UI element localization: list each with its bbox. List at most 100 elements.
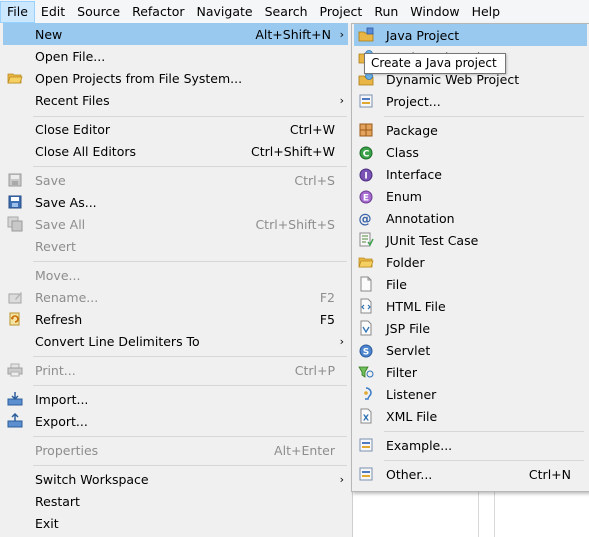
menu-item-shortcut: F5 bbox=[319, 311, 335, 327]
submenu-item-xml-file[interactable]: X XML File bbox=[354, 405, 587, 427]
menu-item-label: Export... bbox=[35, 413, 88, 429]
menu-item-rename[interactable]: Rename... F2 bbox=[3, 286, 348, 308]
menu-item-label: Recent Files bbox=[35, 92, 110, 108]
menu-item-label: Switch Workspace bbox=[35, 471, 149, 487]
menu-file[interactable]: File bbox=[0, 0, 35, 23]
separator bbox=[33, 356, 347, 357]
menu-item-save-as[interactable]: Save As... bbox=[3, 191, 348, 213]
menu-item-refresh[interactable]: Refresh F5 bbox=[3, 308, 348, 330]
submenu-item-annotation[interactable]: @ Annotation bbox=[354, 207, 587, 229]
rename-icon bbox=[8, 292, 22, 304]
menu-item-close-editor[interactable]: Close Editor Ctrl+W bbox=[3, 118, 348, 140]
menu-item-label: Restart bbox=[35, 493, 80, 509]
menu-item-move[interactable]: Move... bbox=[3, 264, 348, 286]
menu-item-recent-files[interactable]: Recent Files › bbox=[3, 89, 348, 111]
submenu-item-servlet[interactable]: S Servlet bbox=[354, 339, 587, 361]
submenu-item-jsp-file[interactable]: JSP File bbox=[354, 317, 587, 339]
svg-text:@: @ bbox=[359, 212, 372, 226]
menu-item-label: Refresh bbox=[35, 311, 83, 327]
save-all-icon bbox=[7, 216, 23, 232]
menu-item-label: Close All Editors bbox=[35, 143, 137, 159]
menu-item-import[interactable]: Import... bbox=[3, 388, 348, 410]
menu-refactor[interactable]: Refactor bbox=[126, 1, 190, 23]
servlet-icon: S bbox=[359, 344, 373, 358]
interface-icon: I bbox=[359, 168, 373, 182]
separator bbox=[33, 436, 347, 437]
menu-item-restart[interactable]: Restart bbox=[3, 490, 348, 512]
submenu-item-label: XML File bbox=[386, 408, 438, 424]
separator bbox=[33, 465, 347, 466]
submenu-item-file[interactable]: File bbox=[354, 273, 587, 295]
menu-item-convert-line-delimiters[interactable]: Convert Line Delimiters To › bbox=[3, 330, 348, 352]
menu-item-shortcut: Alt+Shift+N bbox=[255, 26, 331, 42]
menu-item-revert[interactable]: Revert bbox=[3, 235, 348, 257]
listener-icon bbox=[364, 387, 372, 400]
submenu-item-html-file[interactable]: HTML File bbox=[354, 295, 587, 317]
menu-help[interactable]: Help bbox=[466, 1, 507, 23]
submenu-item-other[interactable]: Other... Ctrl+N bbox=[354, 463, 587, 485]
menu-item-label: New bbox=[35, 26, 63, 42]
filter-icon bbox=[358, 366, 374, 378]
menu-item-close-all-editors[interactable]: Close All Editors Ctrl+Shift+W bbox=[3, 140, 348, 162]
file-icon bbox=[360, 276, 372, 292]
menu-project[interactable]: Project bbox=[314, 1, 369, 23]
chevron-right-icon: › bbox=[339, 27, 344, 41]
junit-icon bbox=[359, 232, 374, 247]
menu-item-new[interactable]: New Alt+Shift+N › bbox=[3, 23, 348, 45]
menu-item-label: Exit bbox=[35, 515, 59, 531]
separator bbox=[384, 116, 584, 117]
menu-search[interactable]: Search bbox=[259, 1, 314, 23]
menu-navigate[interactable]: Navigate bbox=[191, 1, 259, 23]
menu-source[interactable]: Source bbox=[71, 1, 126, 23]
xml-file-icon: X bbox=[360, 408, 372, 424]
folder-icon bbox=[7, 73, 23, 84]
separator bbox=[384, 431, 584, 432]
separator bbox=[33, 261, 347, 262]
submenu-item-label: Servlet bbox=[386, 342, 431, 358]
submenu-item-package[interactable]: Package bbox=[354, 119, 587, 141]
submenu-item-junit-test-case[interactable]: JUnit Test Case bbox=[354, 229, 587, 251]
menu-item-shortcut: Ctrl+W bbox=[289, 121, 335, 137]
menu-item-switch-workspace[interactable]: Switch Workspace › bbox=[3, 468, 348, 490]
submenu-item-project[interactable]: Project... bbox=[354, 90, 587, 112]
tooltip: Create a Java project bbox=[364, 53, 506, 74]
submenu-item-class[interactable]: C Class bbox=[354, 141, 587, 163]
menu-item-exit[interactable]: Exit bbox=[3, 512, 348, 534]
menu-item-print[interactable]: Print... Ctrl+P bbox=[3, 359, 348, 381]
menu-window[interactable]: Window bbox=[404, 1, 465, 23]
menu-item-export[interactable]: Export... bbox=[3, 410, 348, 432]
menu-item-label: Save bbox=[35, 172, 66, 188]
submenu-item-example[interactable]: Example... bbox=[354, 434, 587, 456]
menu-item-label: Rename... bbox=[35, 289, 99, 305]
jsp-file-icon bbox=[360, 320, 372, 336]
submenu-item-filter[interactable]: Filter bbox=[354, 361, 587, 383]
menu-item-label: Move... bbox=[35, 267, 81, 283]
chevron-right-icon: › bbox=[339, 93, 344, 107]
menu-item-open-projects[interactable]: Open Projects from File System... bbox=[3, 67, 348, 89]
menu-item-save-all[interactable]: Save All Ctrl+Shift+S bbox=[3, 213, 348, 235]
menu-item-shortcut: Ctrl+Shift+S bbox=[255, 216, 335, 232]
submenu-item-enum[interactable]: E Enum bbox=[354, 185, 587, 207]
menu-item-shortcut: Ctrl+Shift+W bbox=[251, 143, 335, 159]
class-icon: C bbox=[359, 146, 373, 160]
import-icon bbox=[7, 392, 23, 406]
new-submenu: Java Project Static Web Project Dynamic … bbox=[351, 23, 589, 492]
menu-item-label: Close Editor bbox=[35, 121, 111, 137]
menu-item-save[interactable]: Save Ctrl+S bbox=[3, 169, 348, 191]
submenu-item-folder[interactable]: Folder bbox=[354, 251, 587, 273]
menu-item-properties[interactable]: Properties Alt+Enter bbox=[3, 439, 348, 461]
submenu-item-java-project[interactable]: Java Project bbox=[354, 24, 587, 46]
submenu-item-label: JSP File bbox=[386, 320, 431, 336]
menu-edit[interactable]: Edit bbox=[35, 1, 71, 23]
menu-item-open-file[interactable]: Open File... bbox=[3, 45, 348, 67]
submenu-item-listener[interactable]: Listener bbox=[354, 383, 587, 405]
enum-icon: E bbox=[359, 190, 373, 204]
menu-item-label: Open Projects from File System... bbox=[35, 70, 243, 86]
submenu-item-label: Package bbox=[386, 122, 438, 138]
submenu-item-label: File bbox=[386, 276, 407, 292]
print-icon bbox=[7, 363, 23, 377]
menu-run[interactable]: Run bbox=[368, 1, 404, 23]
submenu-item-interface[interactable]: I Interface bbox=[354, 163, 587, 185]
package-icon bbox=[359, 123, 373, 137]
svg-text:S: S bbox=[363, 348, 369, 358]
